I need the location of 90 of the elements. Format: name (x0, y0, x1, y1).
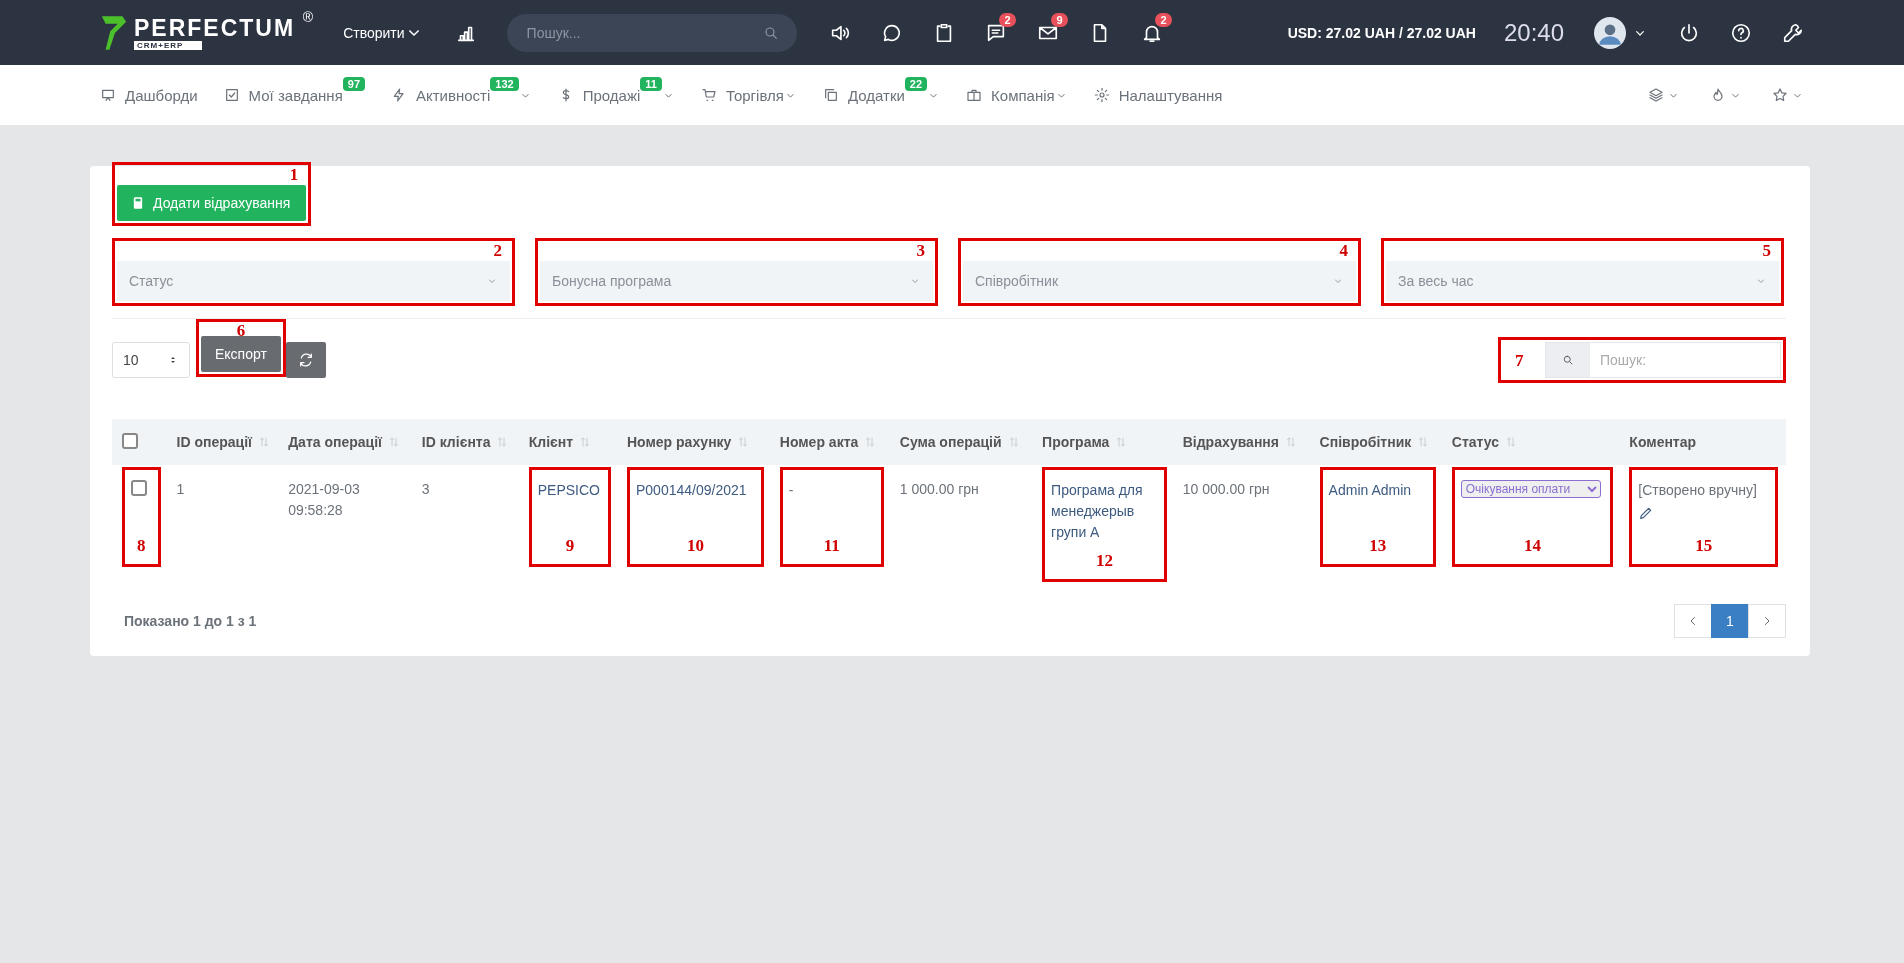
nav-link[interactable]: Налаштування (1118, 86, 1223, 104)
search-icon (1562, 354, 1574, 366)
cart-icon (700, 87, 717, 103)
table-cell-text: 1 (176, 480, 186, 499)
column-header[interactable]: Номер акта (779, 434, 859, 450)
column-header[interactable]: Співробітник (1319, 434, 1412, 450)
nav-link[interactable]: Мої завдання (248, 86, 343, 104)
layers-icon[interactable] (1648, 87, 1664, 103)
annotation-number: 14 (1524, 537, 1542, 554)
annotation-number: 1 (289, 166, 299, 183)
annotation-number: 4 (1339, 242, 1348, 259)
nav-link[interactable]: Торгівля (725, 86, 784, 104)
column-header[interactable]: ID клієнта (421, 434, 491, 450)
lightning-icon (391, 87, 407, 103)
gear-icon (1093, 87, 1110, 103)
row-checkbox[interactable] (131, 480, 147, 496)
annotation-number: 7 (1515, 352, 1524, 369)
page-button[interactable]: 1 (1711, 604, 1749, 638)
annotation-number: 12 (1095, 552, 1113, 569)
briefcase-icon (966, 87, 983, 103)
column-header[interactable]: Статус (1451, 434, 1499, 450)
column-header[interactable]: Відрахування (1182, 434, 1279, 450)
column-header[interactable]: Коментар (1629, 434, 1697, 450)
count-badge: 97 (342, 77, 365, 91)
table-cell-text: 3 (421, 480, 431, 499)
clock-time: 20:40 (1503, 18, 1564, 47)
power-icon[interactable] (1678, 21, 1700, 44)
table-link[interactable]: Програма для менеджерыв групи А (1051, 480, 1156, 543)
logo-subtitle: CRM+ERP (134, 41, 202, 50)
table-cell-text: 1 000.00 грн (899, 480, 980, 499)
select-all-checkbox[interactable] (122, 432, 138, 449)
avatar[interactable] (1594, 16, 1626, 49)
annotation-number: 2 (493, 242, 502, 259)
nav-link[interactable]: Активності (416, 86, 491, 104)
export-button[interactable]: Експорт (201, 336, 281, 372)
status-select[interactable]: Очікування оплати (1460, 480, 1601, 498)
table-link[interactable]: P000144/09/2021 (636, 480, 753, 501)
annotation-number: 9 (565, 537, 575, 554)
table-search-field[interactable]: Пошук: (1545, 342, 1781, 378)
annotation-number: 8 (137, 537, 146, 554)
column-header[interactable]: Сума операцій (899, 434, 1002, 450)
exchange-rate: USD: 27.02 UAH / 27.02 UAH (1287, 24, 1476, 41)
count-badge: 2 (999, 12, 1016, 27)
table-info: Показано 1 до 1 з 1 (123, 613, 257, 629)
caret-icon (408, 29, 419, 36)
annotation-number: 5 (1762, 242, 1771, 259)
table-link[interactable]: PEPSICO (537, 480, 600, 501)
comment-text: [Створено вручну] (1638, 481, 1758, 500)
annotation-number: 6 (236, 322, 246, 339)
search-icon (762, 24, 779, 41)
nav-link[interactable]: Дашборди (125, 86, 198, 104)
help-icon[interactable] (1730, 21, 1752, 44)
wrench-icon[interactable] (1782, 21, 1804, 44)
refresh-icon (297, 352, 314, 368)
previous-page-button[interactable] (1674, 604, 1712, 638)
table-cell-text: - (788, 481, 795, 500)
logo-text: PERFECTUM (134, 15, 296, 41)
refresh-button[interactable] (285, 342, 326, 378)
create-menu[interactable]: Створити (337, 23, 425, 42)
table-cell-text: 2021-09-03 09:58:28 (288, 480, 361, 520)
annotation-number: 10 (686, 537, 704, 554)
search-field[interactable]: Пошук... (506, 13, 797, 52)
copy-icon (822, 87, 839, 103)
annotation-number: 11 (823, 537, 840, 554)
trademark-mark: ® (302, 9, 314, 25)
star-icon[interactable] (1772, 87, 1788, 103)
count-badge: 11 (640, 77, 662, 91)
page-size-select[interactable]: 10 (112, 342, 190, 378)
count-badge: 132 (490, 77, 519, 91)
table-link[interactable]: Admin Admin (1328, 480, 1425, 501)
calculator-icon (133, 196, 143, 210)
annotation-number: 15 (1695, 537, 1713, 554)
column-header[interactable]: ID операції (176, 434, 253, 450)
checkbox-icon (223, 87, 240, 103)
nav-link[interactable]: Продажі (582, 86, 641, 104)
annotation-number: 3 (916, 242, 925, 259)
column-header[interactable]: Програма (1042, 434, 1110, 450)
count-badge: 2 (1155, 12, 1172, 27)
nav-link[interactable]: Додатки (847, 86, 905, 104)
column-header[interactable]: Дата операції (288, 434, 382, 450)
search-input[interactable]: Пошук... (524, 23, 763, 42)
flame-icon[interactable] (1710, 87, 1726, 103)
count-badge: 22 (904, 77, 928, 91)
column-header[interactable]: Клієнт (528, 434, 574, 450)
column-header[interactable]: Номер рахунку (627, 434, 732, 450)
count-badge: 9 (1051, 12, 1068, 27)
nav-link[interactable]: Компанія (991, 86, 1055, 104)
monitor-icon (100, 87, 116, 103)
annotation-number: 13 (1369, 537, 1387, 554)
table-cell-text: 10 000.00 грн (1182, 480, 1271, 499)
